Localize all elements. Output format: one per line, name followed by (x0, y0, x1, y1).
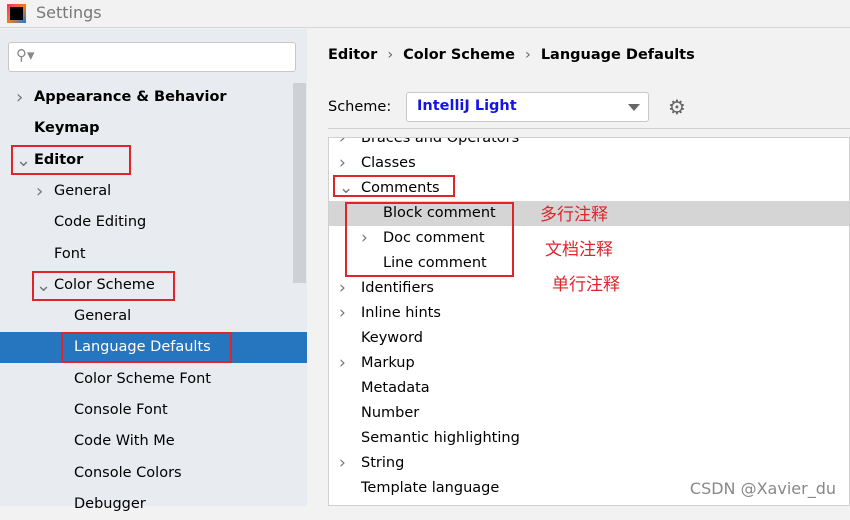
sidebar-item[interactable]: General (0, 301, 293, 332)
highlight-box-color-scheme (32, 271, 175, 301)
sidebar-item-label: Code Editing (54, 214, 147, 231)
window-title: Settings (36, 3, 102, 22)
chevron-right-icon[interactable]: › (339, 138, 346, 151)
search-icon: ⚲▾ (16, 46, 35, 64)
intellij-logo-icon (7, 4, 26, 23)
sidebar-item-label: Keymap (34, 120, 100, 137)
sidebar-item-label: General (54, 182, 112, 199)
settings-sidebar: ⚲▾ › Appearance & Behavior Keymap ⌄ Editor › G… (0, 29, 307, 512)
tree-row-label: Semantic highlighting (361, 430, 520, 446)
tree-row-label: Classes (361, 155, 416, 171)
gear-icon[interactable]: ⚙ (668, 95, 686, 119)
sidebar-item[interactable]: Font (0, 239, 293, 270)
annotation-block: 多行注释 (540, 205, 608, 225)
breadcrumb-editor[interactable]: Editor (328, 47, 377, 63)
sidebar-item-label: Appearance & Behavior (34, 89, 227, 105)
tree-row-label: Number (361, 405, 420, 421)
annotation-line: 单行注释 (552, 275, 620, 295)
chevron-right-icon[interactable]: › (16, 82, 23, 113)
highlight-box-editor (11, 145, 131, 175)
tree-row-label: String (361, 455, 405, 471)
highlight-box-comments (333, 175, 455, 197)
tree-row[interactable]: › Braces and Operators (329, 137, 849, 151)
tree-row[interactable]: Semantic highlighting (329, 426, 849, 451)
breadcrumb: Editor › Color Scheme › Language Defaults (328, 47, 695, 63)
tree-row[interactable]: Metadata (329, 376, 849, 401)
chevron-right-icon[interactable]: › (339, 451, 346, 476)
tree-row-label: Keyword (361, 330, 423, 346)
tree-row-label: Metadata (361, 380, 430, 396)
highlight-box-comment-types (345, 202, 514, 277)
sidebar-scrollbar[interactable] (293, 83, 306, 283)
tree-row[interactable]: › Classes (329, 151, 849, 176)
tree-row[interactable]: Number (329, 401, 849, 426)
tree-row-label: Inline hints (361, 305, 441, 321)
sidebar-item[interactable]: Code Editing (0, 207, 293, 238)
sidebar-item[interactable]: Color Scheme Font (0, 364, 293, 395)
tree-row-label: Identifiers (361, 280, 434, 296)
sidebar-item[interactable]: › General (0, 176, 293, 207)
scheme-label: Scheme: (328, 99, 392, 115)
tree-row[interactable]: › Inline hints (329, 301, 849, 326)
tree-row[interactable]: › Markup (329, 351, 849, 376)
scheme-value: IntelliJ Light (417, 98, 517, 114)
sidebar-item-label: General (74, 308, 132, 325)
tree-row-label: Braces and Operators (361, 137, 520, 146)
title-bar: Settings (0, 0, 850, 28)
sidebar-item-label: Console Font (74, 402, 168, 418)
sidebar-item-label: Font (54, 245, 86, 262)
tree-row[interactable]: Keyword (329, 326, 849, 351)
divider (328, 128, 850, 129)
chevron-right-icon[interactable]: › (339, 151, 346, 176)
sidebar-item-label: Color Scheme Font (74, 370, 211, 387)
tree-row-label: Template language (361, 480, 500, 496)
scheme-select[interactable]: IntelliJ Light (406, 92, 649, 122)
sidebar-item[interactable]: Code With Me (0, 426, 293, 457)
search-input[interactable]: ⚲▾ (8, 42, 296, 72)
chevron-right-icon[interactable]: › (339, 276, 346, 301)
highlight-box-language-defaults (61, 332, 232, 363)
sidebar-item-label: Debugger (74, 495, 146, 512)
sidebar-item[interactable]: Keymap (0, 113, 293, 144)
breadcrumb-language-defaults: Language Defaults (540, 47, 695, 63)
chevron-right-icon[interactable]: › (36, 176, 43, 207)
chevron-right-icon[interactable]: › (339, 301, 346, 326)
dropdown-arrow-icon (628, 104, 640, 117)
annotation-doc: 文档注释 (545, 240, 613, 260)
sidebar-item[interactable]: Console Colors (0, 458, 293, 489)
sidebar-item[interactable]: Console Font (0, 395, 293, 426)
breadcrumb-color-scheme[interactable]: Color Scheme (403, 47, 515, 63)
watermark: CSDN @Xavier_du (689, 479, 836, 498)
sidebar-item[interactable]: › Appearance & Behavior (0, 82, 293, 113)
sidebar-item[interactable]: Debugger (0, 489, 293, 520)
tree-row-label: Markup (361, 355, 415, 371)
sidebar-item-label: Console Colors (74, 464, 182, 481)
sidebar-item-label: Code With Me (74, 433, 175, 450)
tree-row[interactable]: › String (329, 451, 849, 476)
chevron-right-icon[interactable]: › (339, 351, 346, 376)
